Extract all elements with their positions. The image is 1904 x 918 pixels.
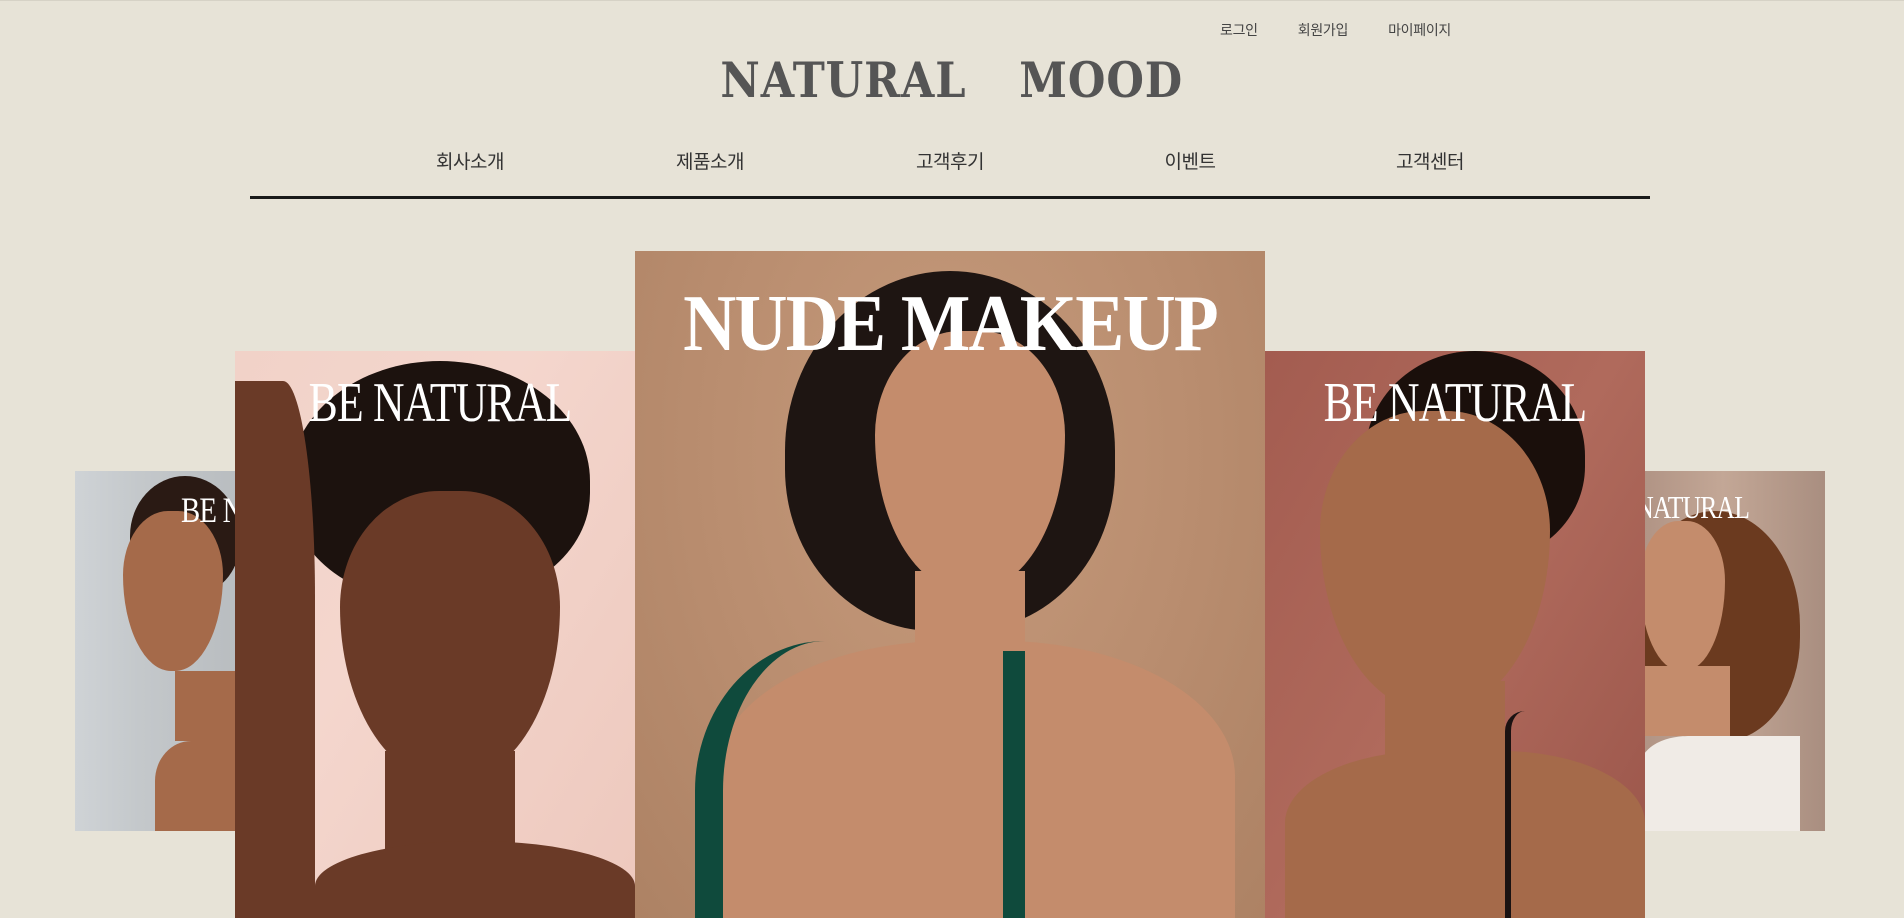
slide-5[interactable]: BE NATURAL [1640,471,1825,831]
slide-caption: BE NATURAL [1640,489,1750,525]
page: 로그인 회원가입 마이페이지 NATURAL MOOD 회사소개 제품소개 고객… [0,0,1904,918]
slide-3-active[interactable]: NUDE MAKEUP [635,251,1265,918]
utility-nav: 로그인 회원가입 마이페이지 [1220,20,1451,40]
signup-link[interactable]: 회원가입 [1298,20,1349,40]
login-link[interactable]: 로그인 [1220,20,1258,40]
slide-caption: NUDE MAKEUP [683,280,1219,368]
slide-caption: BE NATURAL [181,490,235,530]
nav-item-support[interactable]: 고객센터 [1360,147,1500,174]
mypage-link[interactable]: 마이페이지 [1388,20,1451,40]
nav-item-products[interactable]: 제품소개 [640,147,780,174]
main-nav: 회사소개 제품소개 고객후기 이벤트 고객센터 [250,147,1650,199]
site-logo[interactable]: NATURAL MOOD [114,51,1790,109]
nav-item-events[interactable]: 이벤트 [1120,147,1260,174]
slide-4[interactable]: BE NATURAL [1265,351,1645,918]
slide-caption: BE NATURAL [1323,372,1588,434]
slide-1[interactable]: BE NATURAL [75,471,235,831]
slide-photo [235,351,635,918]
nav-item-reviews[interactable]: 고객후기 [880,147,1020,174]
slide-caption: BE NATURAL [308,372,573,434]
nav-item-company[interactable]: 회사소개 [400,147,540,174]
slide-2[interactable]: BE NATURAL [235,351,635,918]
slide-photo [1265,351,1645,918]
